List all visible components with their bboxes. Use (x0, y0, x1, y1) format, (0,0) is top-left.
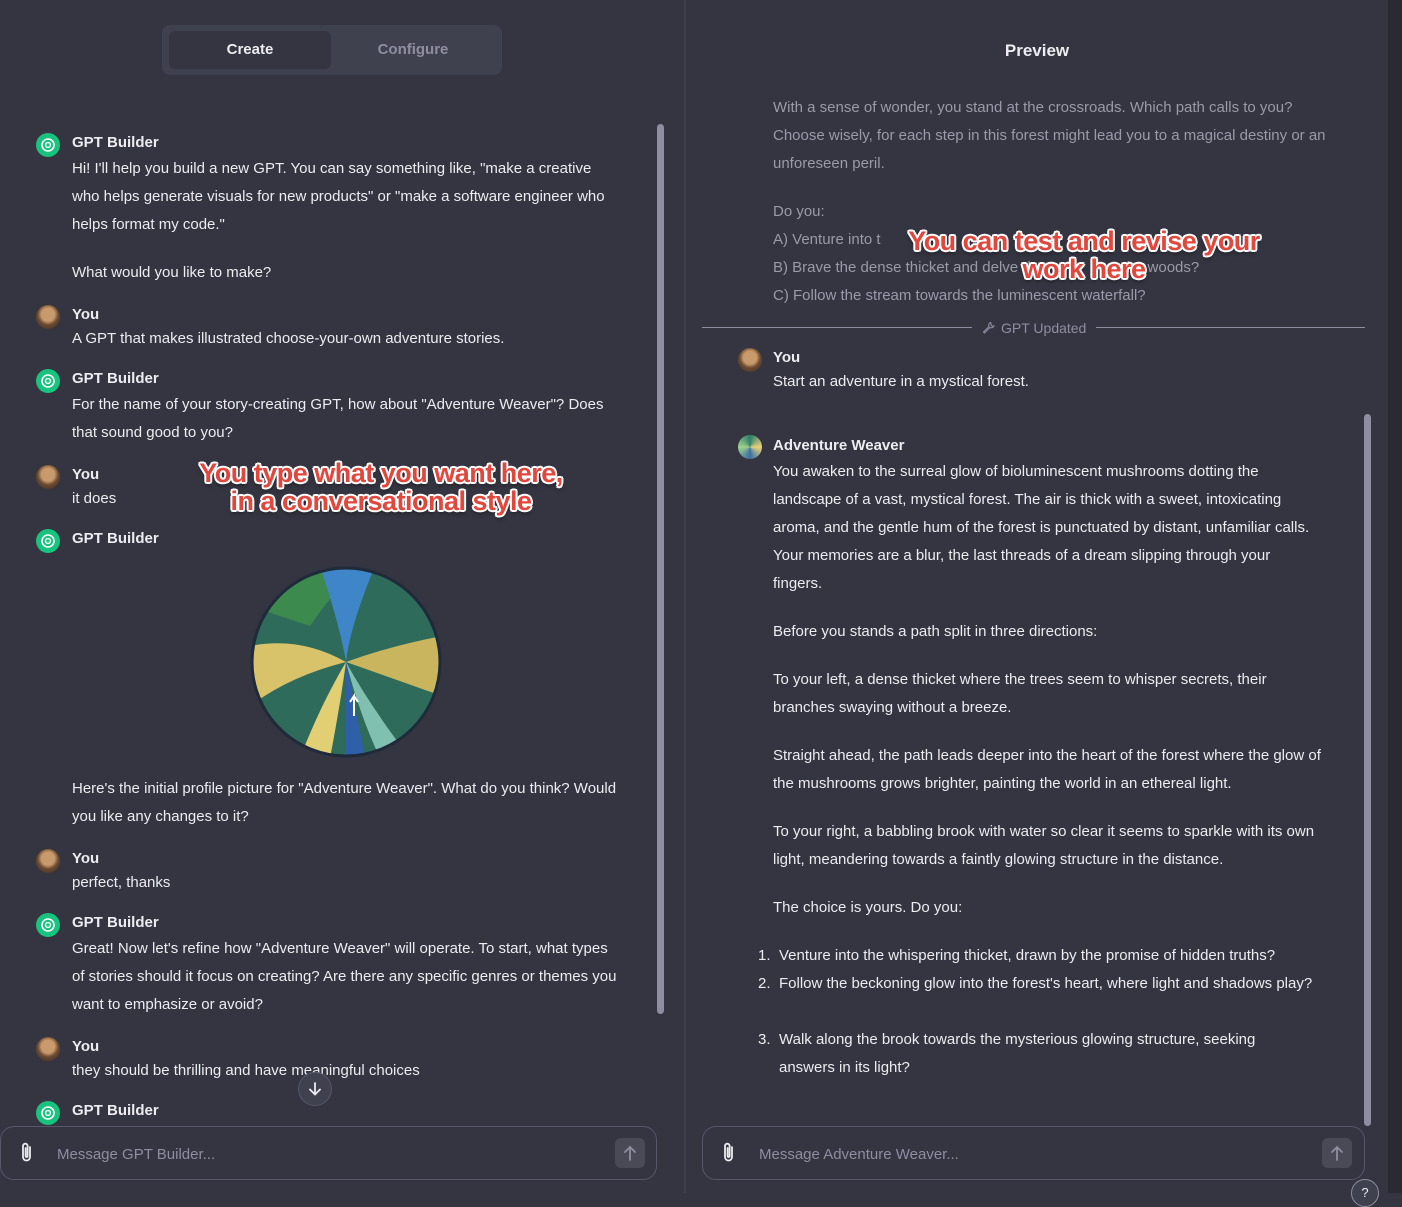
choice-item: Venture into the whispering thicket, dra… (779, 947, 1276, 964)
message-author: You (72, 850, 100, 867)
gpt-updated-label: GPT Updated (1001, 320, 1087, 336)
user-avatar-icon (36, 305, 60, 329)
message-text: perfect, thanks (72, 874, 171, 891)
choice-item: Walk along the brook towards the mysteri… (779, 1031, 1256, 1076)
tab-configure[interactable]: Configure (332, 31, 494, 69)
arrow-down-icon (309, 1082, 321, 1096)
message-author: Adventure Weaver (773, 437, 905, 454)
arrow-up-icon (624, 1145, 636, 1161)
faded-story-option: C) Follow the stream towards the lumines… (773, 287, 1146, 304)
adventure-weaver-avatar-icon (738, 435, 762, 459)
faded-story-intro: With a sense of wonder, you stand at the… (773, 99, 1326, 172)
wrench-icon (982, 321, 995, 334)
reply-paragraph: You awaken to the surreal glow of biolum… (773, 463, 1310, 592)
builder-panel: Create Configure GPT Builder Hi! I'll he… (0, 0, 684, 1193)
preview-panel: Preview With a sense of wonder, you stan… (686, 0, 1388, 1193)
reply-paragraph: Before you stands a path split in three … (773, 623, 1098, 640)
arrow-up-icon (1331, 1145, 1343, 1161)
builder-annotation: You type what you want here, in a conver… (199, 458, 563, 516)
preview-scrollbar[interactable] (1364, 414, 1371, 1126)
user-avatar-icon (738, 348, 762, 372)
message-author: GPT Builder (72, 914, 159, 931)
message-text: A GPT that makes illustrated choose-your… (72, 330, 505, 347)
gpt-builder-avatar-icon (36, 1101, 60, 1125)
faded-story-option: A) Venture into t (773, 231, 881, 248)
message-author: GPT Builder (72, 1102, 159, 1119)
message-author: You (72, 466, 100, 483)
message-text: Hi! I'll help you build a new GPT. You c… (72, 160, 605, 233)
message-text: Here's the initial profile picture for "… (72, 780, 617, 825)
paperclip-icon[interactable] (17, 1141, 37, 1165)
preview-message-input[interactable] (757, 1139, 1281, 1169)
scroll-down-button[interactable] (298, 1072, 332, 1106)
profile-picture-image (250, 566, 442, 758)
builder-message-input[interactable] (55, 1139, 579, 1169)
choice-item: Follow the beckoning glow into the fores… (779, 975, 1313, 992)
help-button[interactable]: ? (1351, 1179, 1379, 1207)
message-text: Great! Now let's refine how "Adventure W… (72, 940, 617, 1013)
message-author: You (72, 306, 100, 323)
reply-paragraph: The choice is yours. Do you: (773, 899, 963, 916)
reply-paragraph: To your right, a babbling brook with wat… (773, 823, 1315, 868)
gpt-builder-avatar-icon (36, 529, 60, 553)
choice-number: 3. (758, 1031, 771, 1048)
faded-story-prompt: Do you: (773, 203, 825, 220)
preview-annotation: You can test and revise your work here (908, 226, 1260, 284)
message-text: Start an adventure in a mystical forest. (773, 373, 1029, 390)
tab-create[interactable]: Create (169, 31, 331, 69)
message-text: For the name of your story-creating GPT,… (72, 396, 604, 441)
gpt-builder-avatar-icon (36, 369, 60, 393)
message-text: What would you like to make? (72, 264, 272, 281)
message-author: You (72, 1038, 100, 1055)
message-author: GPT Builder (72, 530, 159, 547)
paperclip-icon[interactable] (719, 1141, 739, 1165)
reply-paragraph: Straight ahead, the path leads deeper in… (773, 747, 1321, 792)
gpt-builder-avatar-icon (36, 913, 60, 937)
message-author: GPT Builder (72, 370, 159, 387)
builder-scrollbar[interactable] (657, 124, 664, 1014)
preview-title: Preview (1004, 41, 1070, 60)
message-author: You (773, 349, 801, 366)
choice-number: 2. (758, 975, 771, 992)
gpt-builder-avatar-icon (36, 133, 60, 157)
choice-number: 1. (758, 947, 771, 964)
user-avatar-icon (36, 1037, 60, 1061)
gpt-updated-badge: GPT Updated (972, 318, 1097, 338)
preview-send-button[interactable] (1322, 1138, 1352, 1168)
user-avatar-icon (36, 465, 60, 489)
builder-tabs: Create Configure (162, 25, 502, 75)
builder-send-button[interactable] (615, 1138, 645, 1168)
preview-composer (702, 1126, 1365, 1180)
builder-composer (0, 1126, 657, 1180)
window-edge (1388, 0, 1402, 1193)
reply-paragraph: To your left, a dense thicket where the … (773, 671, 1267, 716)
message-author: GPT Builder (72, 134, 159, 151)
user-avatar-icon (36, 849, 60, 873)
